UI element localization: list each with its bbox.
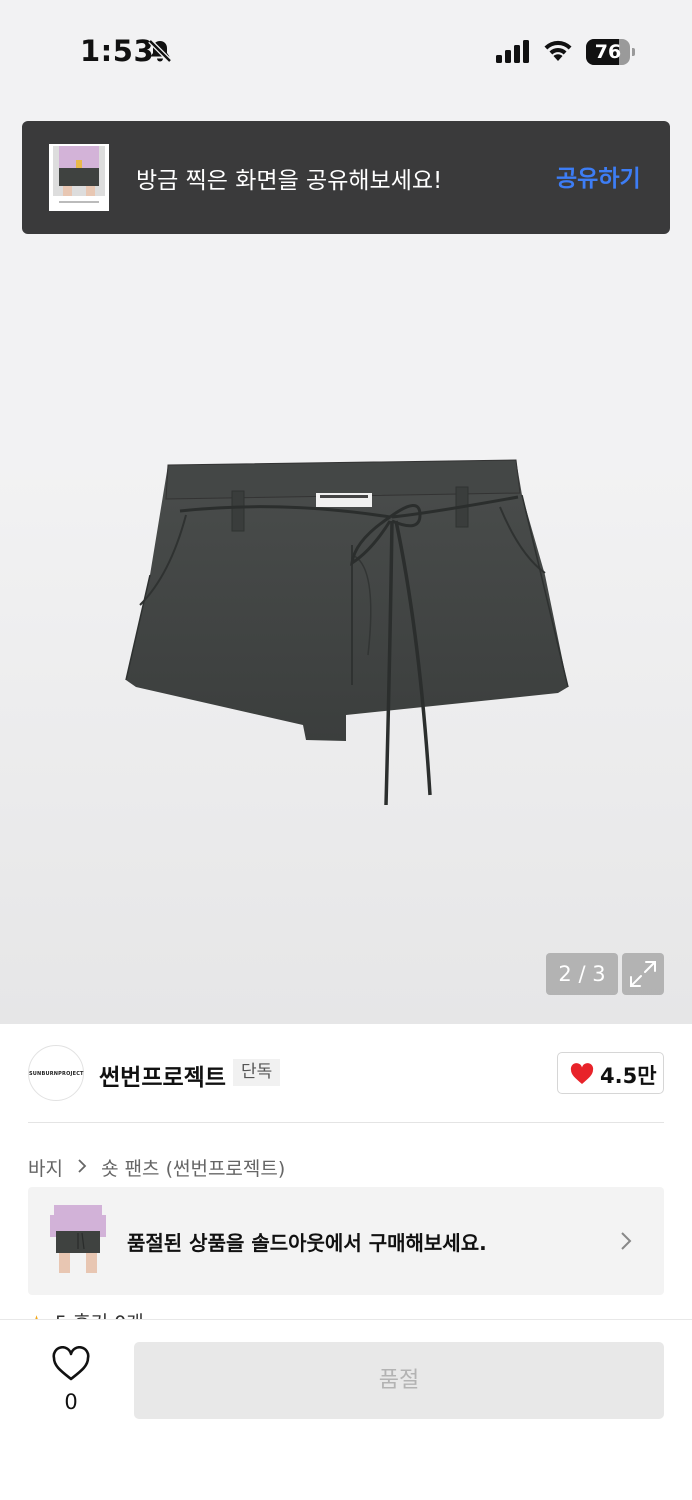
chevron-right-icon (77, 1157, 87, 1179)
soldout-banner-text: 품절된 상품을 솔드아웃에서 구매해보세요. (127, 1231, 487, 1255)
status-bar: 1:53 76 (0, 0, 692, 104)
status-time: 1:53 (80, 34, 155, 68)
expand-image-button[interactable] (622, 953, 664, 995)
breadcrumb: 바지 숏 팬츠 (썬번프로젝트) (28, 1154, 285, 1181)
brand-like-button[interactable]: 4.5만 (557, 1052, 664, 1094)
exclusive-badge: 단독 (233, 1059, 281, 1086)
soldout-marketplace-banner[interactable]: 품절된 상품을 솔드아웃에서 구매해보세요. (28, 1187, 664, 1295)
chevron-right-icon (621, 1232, 632, 1250)
soldout-purchase-button[interactable]: 품절 (134, 1342, 664, 1419)
share-button[interactable]: 공유하기 (556, 159, 641, 193)
soldout-thumbnail (48, 1205, 108, 1277)
expand-icon (630, 961, 656, 987)
bottom-action-bar: 0 품절 (0, 1319, 692, 1500)
like-count: 4.5만 (600, 1064, 657, 1088)
bell-slash-icon (148, 39, 172, 63)
brand-logo[interactable]: SUNBURNPROJECT (28, 1045, 84, 1101)
image-counter: 2 / 3 (546, 953, 618, 995)
share-banner-message: 방금 찍은 화면을 공유해보세요! (136, 168, 443, 194)
battery-level: 76 (594, 41, 622, 63)
wishlist-button[interactable]: 0 (44, 1345, 98, 1416)
product-image-gallery[interactable]: 1:53 76 방금 찍은 화면을 공유해보세요! 공유하기 2 / 3 (0, 0, 692, 1024)
breadcrumb-category[interactable]: 바지 (28, 1154, 63, 1181)
battery-icon: 76 (586, 39, 636, 65)
screenshot-thumbnail (49, 144, 109, 211)
cellular-signal-icon (496, 40, 529, 63)
breadcrumb-subcategory[interactable]: 숏 팬츠 (썬번프로젝트) (101, 1154, 285, 1181)
product-photo-shorts (125, 459, 569, 806)
wifi-icon (544, 40, 572, 61)
heart-icon (570, 1063, 594, 1084)
wishlist-count: 0 (64, 1390, 78, 1414)
brand-name[interactable]: 썬번프로젝트 (99, 1058, 226, 1092)
section-divider (28, 1122, 664, 1123)
heart-outline-icon (52, 1345, 90, 1381)
screenshot-share-banner: 방금 찍은 화면을 공유해보세요! 공유하기 (22, 121, 670, 234)
